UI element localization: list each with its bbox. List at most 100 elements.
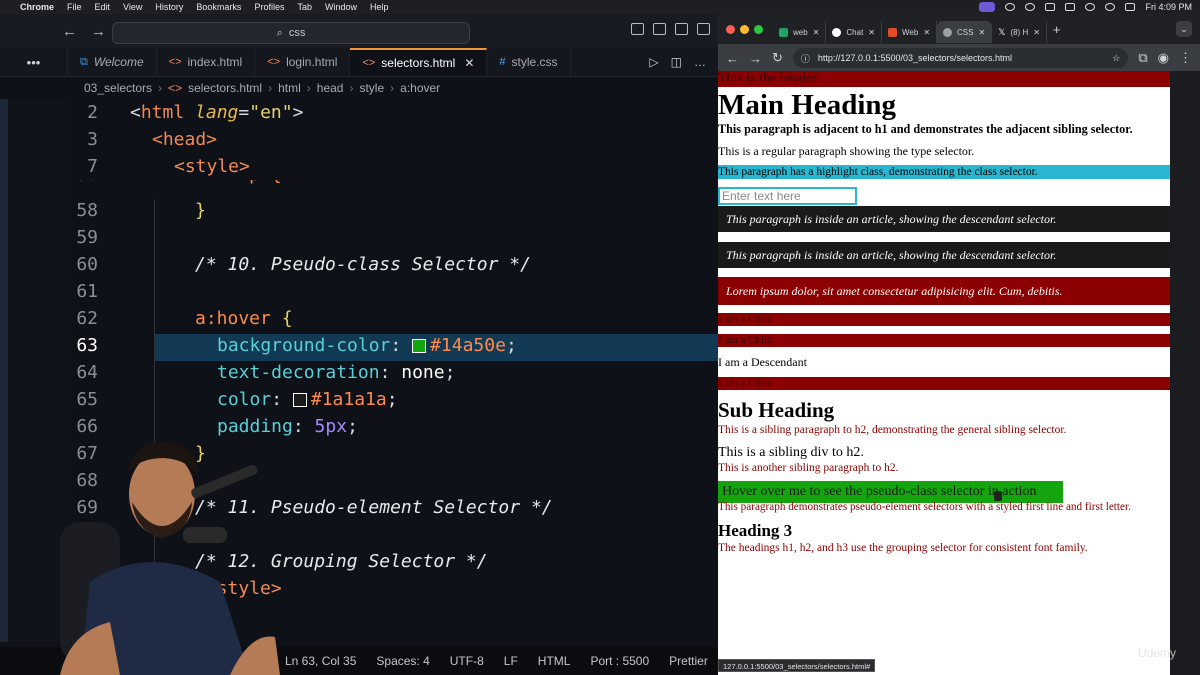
tab-style-css[interactable]: # style.css — [487, 48, 571, 76]
menu-profiles[interactable]: Profiles — [254, 2, 284, 12]
command-center-text: css — [288, 27, 306, 39]
forward-arrow-icon[interactable]: → — [91, 23, 106, 40]
breadcrumb-html[interactable]: html — [278, 81, 301, 95]
chrome-menu-icon[interactable]: ⋮ — [1179, 50, 1192, 66]
hover-link[interactable]: Hover over me to see the pseudo-class se… — [718, 481, 1063, 503]
code-line-65[interactable]: 65 color: #1a1a1a; — [70, 386, 397, 413]
chrome-tab-x[interactable]: 𝕏 (8) H ✕ — [992, 21, 1047, 43]
code-line-61[interactable]: 61 — [70, 278, 130, 305]
adjacent-paragraph: This paragraph is adjacent to h1 and dem… — [718, 122, 1133, 136]
code-line-58[interactable]: 58} — [70, 197, 206, 224]
back-arrow-icon[interactable]: ← — [62, 23, 77, 40]
new-tab-icon[interactable]: + — [1053, 22, 1061, 37]
more-actions-icon[interactable]: ••• — [0, 48, 68, 76]
code-token: : — [390, 335, 413, 356]
menu-tab[interactable]: Tab — [297, 2, 312, 12]
breadcrumb-style[interactable]: style — [359, 81, 384, 95]
code-line-62[interactable]: 62 a:hover { — [70, 305, 292, 332]
screen: Chrome File Edit View History Bookmarks … — [0, 0, 1200, 675]
chrome-tab-chat[interactable]: Chat ✕ — [826, 21, 882, 43]
tab-login-html[interactable]: <> login.html — [255, 48, 351, 76]
live-server-port[interactable]: Port : 5500 — [590, 654, 649, 668]
code-token: background-color — [217, 335, 391, 356]
menu-app-name[interactable]: Chrome — [20, 2, 54, 12]
prettier-status[interactable]: Prettier — [669, 654, 708, 668]
close-icon[interactable]: ✕ — [978, 28, 985, 37]
tab-search-icon[interactable]: ⌄ — [1176, 21, 1192, 37]
play-circle-icon[interactable] — [1025, 3, 1036, 11]
close-window-icon[interactable] — [726, 24, 735, 34]
more-icon[interactable]: … — [694, 55, 706, 69]
code-line-3[interactable]: 3 <head> — [70, 126, 217, 153]
code-token: = — [238, 102, 250, 123]
menu-bookmarks[interactable]: Bookmarks — [196, 2, 241, 12]
zoom-window-icon[interactable] — [754, 24, 763, 34]
toggle-panel-icon[interactable] — [653, 23, 666, 35]
breadcrumb-selector[interactable]: a:hover — [400, 81, 440, 95]
address-bar[interactable]: ⓘ http://127.0.0.1:5500/03_selectors/sel… — [792, 48, 1129, 68]
forward-arrow-icon[interactable]: → — [749, 51, 762, 66]
tab-index-html[interactable]: <> index.html — [157, 48, 256, 76]
reload-icon[interactable]: ↻ — [772, 50, 783, 66]
chrome-tab-web-2[interactable]: Web ✕ — [882, 21, 938, 43]
tab-welcome[interactable]: ⧉ Welcome — [68, 48, 157, 76]
breadcrumb-folder[interactable]: 03_selectors — [84, 81, 152, 95]
tab-selectors-html[interactable]: <> selectors.html ✕ — [350, 48, 488, 76]
encoding[interactable]: UTF-8 — [450, 654, 484, 668]
customize-layout-icon[interactable] — [697, 23, 710, 35]
text-input[interactable]: Enter text here — [718, 187, 857, 205]
line-ending[interactable]: LF — [504, 654, 518, 668]
color-swatch[interactable] — [412, 338, 427, 353]
menubar-clock[interactable]: Fri 4:09 PM — [1145, 2, 1192, 12]
back-arrow-icon[interactable]: ← — [726, 51, 739, 66]
close-icon[interactable]: ✕ — [813, 28, 820, 37]
profile-avatar-icon[interactable]: ◉ — [1158, 50, 1169, 66]
cursor-position[interactable]: Ln 63, Col 35 — [285, 654, 356, 668]
code-line-59[interactable]: 59 — [70, 224, 130, 251]
menu-view[interactable]: View — [123, 2, 142, 12]
chrome-tab-web[interactable]: web ✕ — [773, 21, 827, 43]
menu-help[interactable]: Help — [370, 2, 389, 12]
site-info-icon[interactable]: ⓘ — [801, 52, 810, 65]
search-icon[interactable] — [1105, 3, 1116, 11]
menu-edit[interactable]: Edit — [95, 2, 111, 12]
bluetooth-icon[interactable] — [1045, 3, 1056, 11]
bookmark-star-icon[interactable]: ☆ — [1112, 53, 1120, 64]
page-viewport[interactable]: This is the header Main Heading This par… — [718, 71, 1170, 675]
menu-window[interactable]: Window — [325, 2, 357, 12]
control-center-icon[interactable] — [1125, 3, 1136, 11]
close-icon[interactable]: ✕ — [923, 28, 930, 37]
code-line-64[interactable]: 64 text-decoration: none; — [70, 359, 455, 386]
close-icon[interactable]: ✕ — [464, 56, 474, 70]
menu-file[interactable]: File — [67, 2, 82, 12]
code-token: color — [217, 389, 272, 410]
close-icon[interactable]: ✕ — [1033, 28, 1040, 37]
indentation[interactable]: Spaces: 4 — [376, 654, 429, 668]
code-line-63[interactable]: 63 background-color: #14a50e; — [70, 332, 516, 359]
line-number: 62 — [76, 308, 98, 329]
wifi-icon[interactable] — [1085, 3, 1096, 11]
tab-title: web — [793, 27, 808, 37]
close-icon[interactable]: ✕ — [868, 28, 875, 37]
minimize-window-icon[interactable] — [740, 24, 749, 34]
toggle-sidebar-icon[interactable] — [631, 23, 644, 35]
command-center-search[interactable]: ⌕ css — [112, 22, 470, 44]
chrome-tab-css[interactable]: CSS ✕ — [937, 21, 993, 43]
status-circle-icon[interactable] — [1005, 3, 1016, 11]
split-editor-icon[interactable]: ◫ — [671, 55, 682, 69]
page-scroll-area[interactable] — [1170, 71, 1200, 675]
screen-record-icon[interactable] — [979, 2, 996, 12]
toggle-secondary-sidebar-icon[interactable] — [675, 23, 688, 35]
color-swatch[interactable] — [292, 392, 307, 407]
breadcrumb-head[interactable]: head — [317, 81, 344, 95]
extensions-icon[interactable]: ⧉ — [1138, 50, 1147, 66]
code-line-2[interactable]: 2 < html lang = "en" > — [70, 99, 303, 126]
breadcrumb-file[interactable]: selectors.html — [188, 81, 262, 95]
run-icon[interactable]: ▷ — [649, 55, 658, 69]
code-line-60[interactable]: 60 /* 10. Pseudo-class Selector */ — [70, 251, 531, 278]
code-line-7[interactable]: 7 <style> — [70, 153, 250, 180]
battery-icon[interactable] — [1065, 3, 1076, 11]
menu-history[interactable]: History — [155, 2, 183, 12]
language-mode[interactable]: HTML — [538, 654, 571, 668]
globe-favicon-icon — [943, 27, 953, 37]
